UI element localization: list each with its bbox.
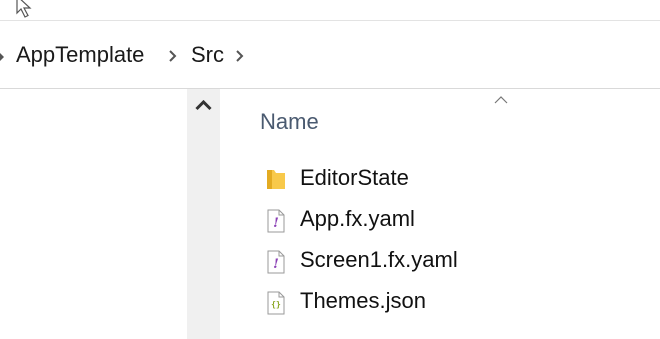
breadcrumb-chevron-icon[interactable] (235, 49, 245, 63)
file-list: Name EditorState ! App.fx.yaml ! Screen1… (220, 89, 660, 339)
yaml-file-icon: ! (267, 209, 285, 233)
yaml-file-icon: ! (267, 250, 285, 274)
breadcrumb: AppTemplate Src (0, 30, 660, 84)
json-file-icon: {} (267, 291, 285, 315)
scroll-up-arrow-icon[interactable] (195, 99, 212, 111)
svg-text:!: ! (273, 257, 279, 272)
list-item[interactable]: ! App.fx.yaml (260, 203, 620, 237)
svg-text:{}: {} (271, 300, 281, 309)
list-item[interactable]: EditorState (260, 162, 620, 196)
breadcrumb-item-src[interactable]: Src (191, 42, 224, 68)
svg-text:!: ! (273, 216, 279, 231)
file-explorer-window: AppTemplate Src Name EditorState ! App.f… (0, 0, 660, 339)
navigation-pane-scrollbar[interactable] (187, 89, 220, 339)
list-item[interactable]: {} Themes.json (260, 285, 620, 319)
breadcrumb-chevron-icon[interactable] (168, 49, 178, 63)
file-name: Themes.json (300, 288, 426, 313)
folder-icon (267, 170, 285, 189)
toolbar-divider (0, 20, 660, 21)
sort-ascending-icon (494, 96, 508, 104)
breadcrumb-item-apptemplate[interactable]: AppTemplate (16, 42, 144, 68)
file-name: Screen1.fx.yaml (300, 247, 458, 272)
file-name: App.fx.yaml (300, 206, 415, 231)
column-header-name[interactable]: Name (260, 109, 319, 135)
file-name: EditorState (300, 165, 409, 190)
breadcrumb-overflow-chevron-icon[interactable] (0, 52, 6, 62)
mouse-cursor-icon (16, 0, 32, 18)
list-item[interactable]: ! Screen1.fx.yaml (260, 244, 620, 278)
navigation-pane[interactable] (0, 89, 187, 339)
